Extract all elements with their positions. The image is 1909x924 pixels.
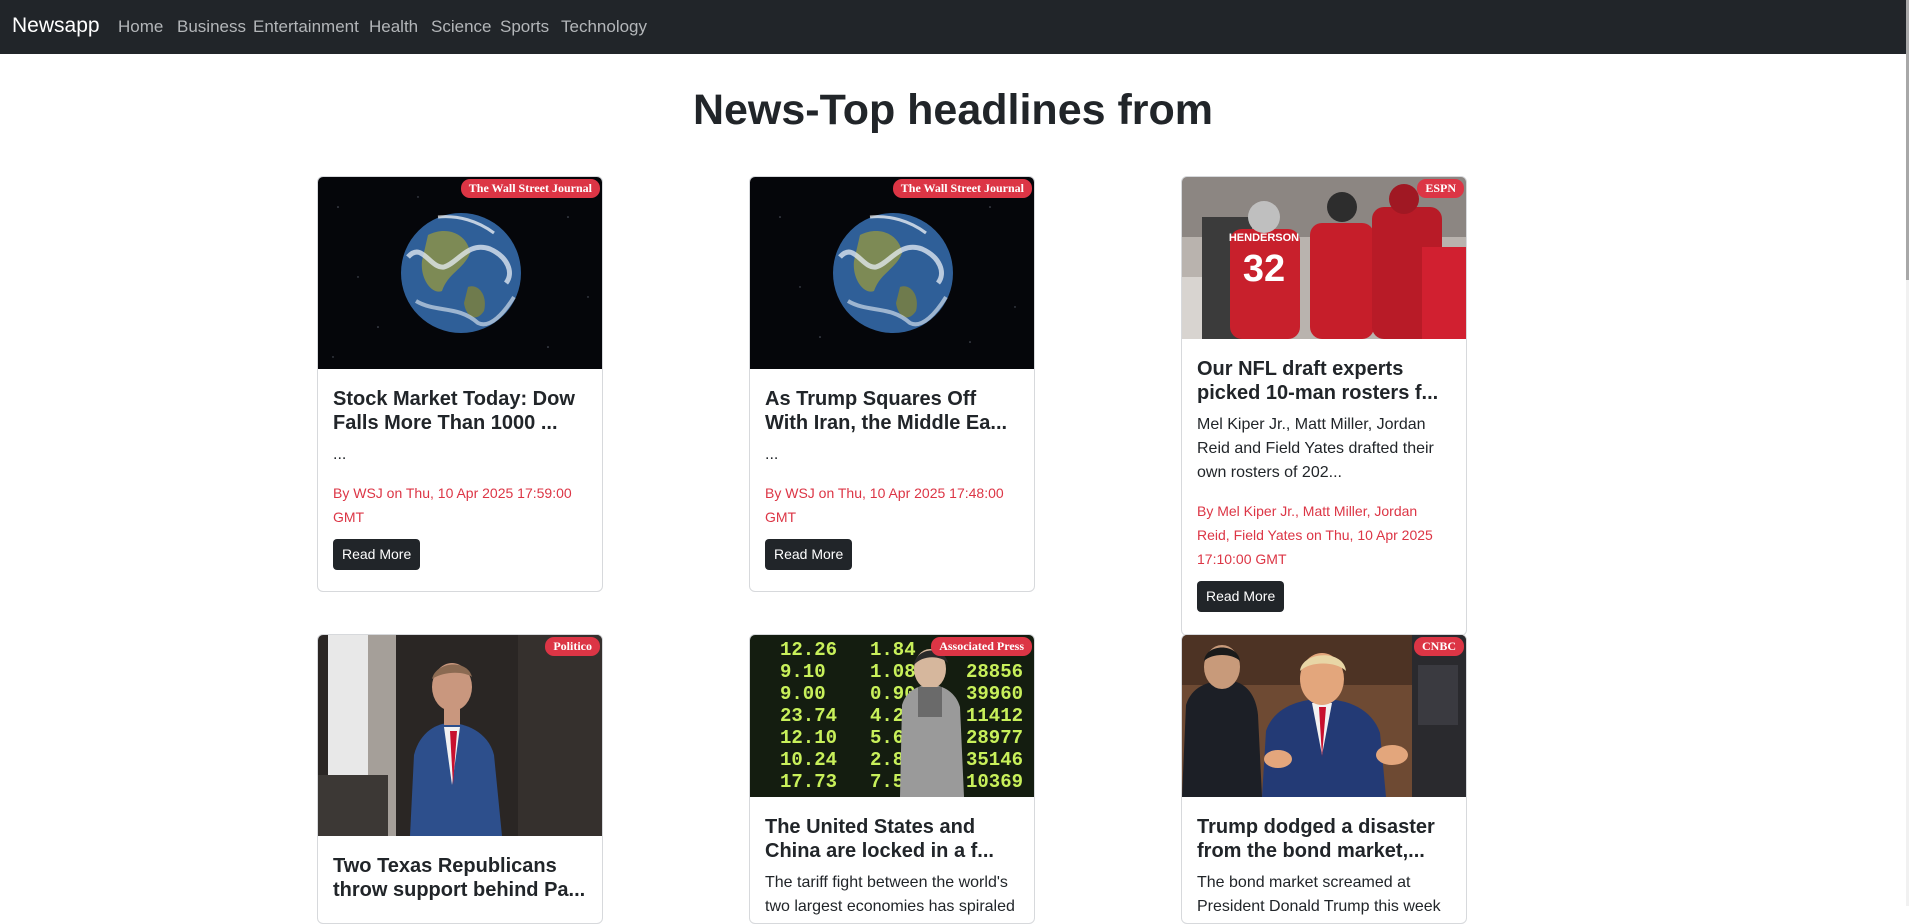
- source-badge: The Wall Street Journal: [892, 179, 1032, 198]
- card-title: Trump dodged a disaster from the bond ma…: [1197, 816, 1435, 862]
- card-title: The United States and China are locked i…: [765, 816, 994, 862]
- card-image: Politico: [318, 635, 602, 836]
- svg-text:28977: 28977: [966, 727, 1023, 749]
- card-image: HENDERSON 32 ESPN: [1182, 177, 1466, 339]
- card-image: 12.26 9.10 9.00 23.74 12.10 10.24 17.73 …: [750, 635, 1034, 797]
- card-description: ...: [333, 446, 347, 463]
- navbar-brand[interactable]: Newsapp: [12, 14, 100, 38]
- svg-text:10369: 10369: [966, 771, 1023, 793]
- svg-text:39960: 39960: [966, 683, 1023, 705]
- svg-text:12.26: 12.26: [780, 639, 837, 661]
- card-byline: By WSJ on Thu, 10 Apr 2025 17:48:00 GMT: [765, 485, 1004, 525]
- card-byline: By Mel Kiper Jr., Matt Miller, Jordan Re…: [1197, 503, 1433, 567]
- svg-text:9.00: 9.00: [780, 683, 826, 705]
- card-title: Stock Market Today: Dow Falls More Than …: [333, 388, 575, 434]
- news-card: 12.26 9.10 9.00 23.74 12.10 10.24 17.73 …: [749, 634, 1035, 924]
- svg-text:11412: 11412: [966, 705, 1023, 727]
- card-image: CNBC: [1182, 635, 1466, 797]
- svg-text:17.73: 17.73: [780, 771, 837, 793]
- card-byline: By WSJ on Thu, 10 Apr 2025 17:59:00 GMT: [333, 485, 572, 525]
- source-badge: Associated Press: [931, 637, 1032, 656]
- nav-link-business[interactable]: Business: [177, 17, 246, 37]
- card-description: ...: [765, 446, 779, 463]
- card-title: Two Texas Republicans throw support behi…: [333, 855, 586, 901]
- nav-link-sports[interactable]: Sports: [500, 17, 549, 37]
- svg-text:23.74: 23.74: [780, 705, 837, 727]
- svg-text:HENDERSON: HENDERSON: [1229, 232, 1299, 244]
- read-more-button[interactable]: Read More: [333, 539, 421, 570]
- source-badge: CNBC: [1413, 637, 1464, 656]
- card-image: The Wall Street Journal: [318, 177, 602, 369]
- svg-text:32: 32: [1243, 248, 1285, 290]
- nav-link-technology[interactable]: Technology: [561, 17, 647, 37]
- svg-text:35146: 35146: [966, 749, 1023, 771]
- nav-link-entertainment[interactable]: Entertainment: [253, 17, 359, 37]
- news-card: Politico Two Texas Republicans throw sup…: [317, 634, 603, 924]
- news-card: CNBC Trump dodged a disaster from the bo…: [1181, 634, 1467, 924]
- news-card: The Wall Street Journal Stock Market Tod…: [317, 176, 603, 592]
- svg-text:1.08: 1.08: [870, 661, 916, 683]
- read-more-button[interactable]: Read More: [765, 539, 853, 570]
- svg-text:28856: 28856: [966, 661, 1023, 683]
- nav-link-science[interactable]: Science: [431, 17, 491, 37]
- source-badge: The Wall Street Journal: [460, 179, 600, 198]
- source-badge: Politico: [545, 637, 600, 656]
- read-more-button[interactable]: Read More: [1197, 581, 1285, 612]
- nav-link-health[interactable]: Health: [369, 17, 418, 37]
- card-description: The tariff fight between the world's two…: [765, 874, 1015, 915]
- source-badge: ESPN: [1417, 179, 1464, 198]
- page-title: News-Top headlines from: [692, 86, 1214, 134]
- svg-text:1.84: 1.84: [870, 639, 916, 661]
- nav-link-home[interactable]: Home: [118, 17, 163, 37]
- card-image: The Wall Street Journal: [750, 177, 1034, 369]
- card-description: The bond market screamed at President Do…: [1197, 874, 1441, 915]
- navbar: Newsapp Home Business Entertainment Heal…: [0, 0, 1906, 54]
- svg-text:10.24: 10.24: [780, 749, 837, 771]
- news-card: The Wall Street Journal As Trump Squares…: [749, 176, 1035, 592]
- card-title: Our NFL draft experts picked 10-man rost…: [1197, 358, 1439, 404]
- card-title: As Trump Squares Off With Iran, the Midd…: [765, 388, 1008, 434]
- svg-text:7.5: 7.5: [870, 771, 904, 793]
- svg-text:9.10: 9.10: [780, 661, 826, 683]
- card-description: Mel Kiper Jr., Matt Miller, Jordan Reid …: [1197, 416, 1434, 481]
- news-card: HENDERSON 32 ESPN Our NFL draft experts …: [1181, 176, 1467, 636]
- svg-text:12.10: 12.10: [780, 727, 837, 749]
